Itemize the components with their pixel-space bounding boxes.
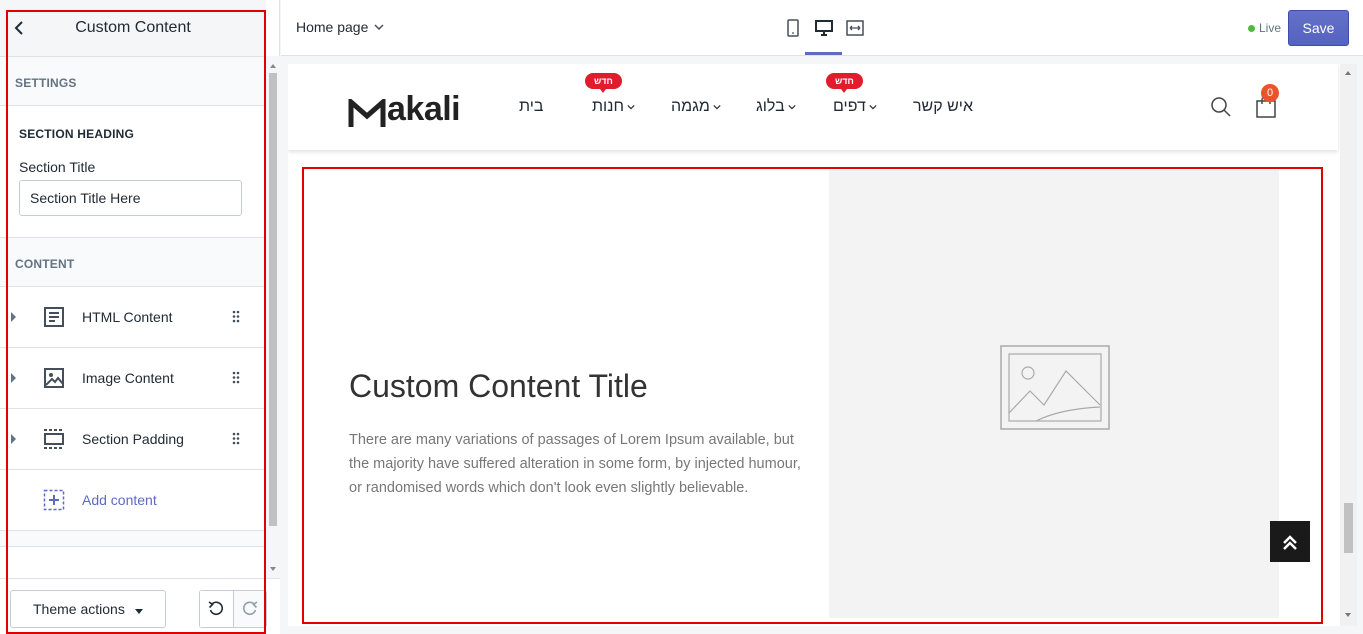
nav-label: בית <box>519 98 544 115</box>
dropdown-arrow-icon <box>135 609 143 614</box>
add-content-button[interactable]: Add content <box>0 470 266 531</box>
section-title-label: Section Title <box>19 159 96 175</box>
editor-sidebar: Custom Content SETTINGS SECTION HEADING … <box>0 0 280 634</box>
scroll-up-icon[interactable] <box>270 64 276 68</box>
logo-text: akali <box>387 90 461 128</box>
chevron-down-icon <box>627 104 635 110</box>
theme-actions-label: Theme actions <box>33 601 125 617</box>
nav-label: דפים <box>833 98 866 115</box>
fullwidth-view-icon <box>845 20 864 36</box>
desktop-view-button[interactable] <box>805 14 842 55</box>
chevron-down-icon <box>374 24 384 31</box>
drag-handle-icon[interactable] <box>232 432 240 445</box>
content-block-label: HTML Content <box>82 309 173 325</box>
chevron-down-icon <box>869 104 877 110</box>
nav-label: מגמה <box>671 98 710 115</box>
add-block-icon <box>43 489 65 511</box>
fullwidth-view-button[interactable] <box>843 14 866 42</box>
live-status: Live <box>1248 21 1281 35</box>
nav-label: בלוג <box>756 98 785 115</box>
page-selector-label: Home page <box>296 19 369 35</box>
store-logo[interactable]: akali <box>348 90 461 129</box>
drag-handle-icon[interactable] <box>232 310 240 323</box>
content-block-label: Section Padding <box>82 431 184 447</box>
custom-content-title: Custom Content Title <box>349 368 648 404</box>
desktop-view-icon <box>814 20 833 36</box>
nav-item-pages[interactable]: דפים <box>833 98 877 116</box>
padding-icon <box>43 428 65 450</box>
chevron-down-icon <box>713 104 721 110</box>
live-dot-icon <box>1248 24 1255 32</box>
add-content-label: Add content <box>82 492 157 508</box>
sidebar-spacer <box>0 531 266 547</box>
nav-label: איש קשר <box>913 98 973 115</box>
undo-redo-group <box>199 590 267 628</box>
undo-button[interactable] <box>200 591 233 627</box>
preview-scrollbar[interactable] <box>1340 64 1357 626</box>
view-switcher <box>781 14 866 55</box>
sidebar-footer: Theme actions <box>0 578 280 634</box>
nav-item-blog[interactable]: בלוג <box>756 98 796 116</box>
mobile-view-icon <box>786 19 799 37</box>
editor-topbar: Home page Live Save <box>281 0 1363 56</box>
chevron-down-icon <box>788 104 796 110</box>
nav-label: חנות <box>592 98 624 115</box>
scroll-down-icon[interactable] <box>270 567 276 571</box>
redo-button[interactable] <box>232 591 266 627</box>
scroll-to-top-button[interactable] <box>1270 521 1310 562</box>
cart-count-badge: 0 <box>1261 84 1279 102</box>
new-badge: חדש <box>826 73 863 93</box>
custom-content-text: There are many variations of passages of… <box>349 432 801 496</box>
sidebar-scrollbar[interactable] <box>266 56 280 578</box>
redo-icon <box>242 601 258 616</box>
sidebar-header: Custom Content <box>0 0 266 57</box>
expand-caret-icon[interactable] <box>11 373 16 383</box>
section-heading-label: SECTION HEADING <box>19 127 135 141</box>
double-chevron-up-icon <box>1283 534 1297 550</box>
undo-icon <box>209 601 224 616</box>
text-block-icon <box>43 306 65 328</box>
nav-item-shop[interactable]: חנות <box>592 98 635 116</box>
search-icon[interactable] <box>1210 96 1232 118</box>
image-icon <box>43 367 65 389</box>
store-header: akali בית חנות חדש מגמה בלוג דפים חדש אי… <box>288 64 1338 150</box>
content-block-padding[interactable]: Section Padding <box>0 409 266 470</box>
image-placeholder-icon <box>1000 345 1110 430</box>
store-preview: akali בית חנות חדש מגמה בלוג דפים חדש אי… <box>288 64 1340 626</box>
new-badge: חדש <box>585 73 622 93</box>
mobile-view-button[interactable] <box>781 14 804 42</box>
scrollbar-thumb[interactable] <box>269 73 277 526</box>
content-group-heading: CONTENT <box>0 238 266 287</box>
scroll-down-icon[interactable] <box>1345 613 1351 617</box>
sidebar-scroll-area: Custom Content SETTINGS SECTION HEADING … <box>0 0 266 578</box>
expand-caret-icon[interactable] <box>11 434 16 444</box>
nav-item-home[interactable]: בית <box>519 98 543 116</box>
settings-group-heading: SETTINGS <box>0 57 266 106</box>
theme-actions-button[interactable]: Theme actions <box>10 590 166 628</box>
live-label: Live <box>1259 21 1282 35</box>
settings-body: SECTION HEADING Section Title <box>0 106 266 238</box>
drag-handle-icon[interactable] <box>232 371 240 384</box>
expand-caret-icon[interactable] <box>11 312 16 322</box>
image-placeholder <box>829 170 1279 618</box>
sidebar-title: Custom Content <box>75 19 191 36</box>
custom-content-section[interactable]: Custom Content Title There are many vari… <box>304 168 1322 624</box>
content-block-html[interactable]: HTML Content <box>0 287 266 348</box>
logo-mark-icon <box>348 99 386 127</box>
scrollbar-thumb[interactable] <box>1344 503 1353 553</box>
content-block-label: Image Content <box>82 370 174 386</box>
content-block-image[interactable]: Image Content <box>0 348 266 409</box>
save-button[interactable]: Save <box>1288 10 1349 46</box>
nav-item-contact[interactable]: איש קשר <box>913 98 973 116</box>
nav-item-trend[interactable]: מגמה <box>671 98 721 116</box>
page-selector[interactable]: Home page <box>296 19 384 35</box>
scroll-up-icon[interactable] <box>1345 71 1351 75</box>
section-title-input[interactable] <box>19 180 242 216</box>
